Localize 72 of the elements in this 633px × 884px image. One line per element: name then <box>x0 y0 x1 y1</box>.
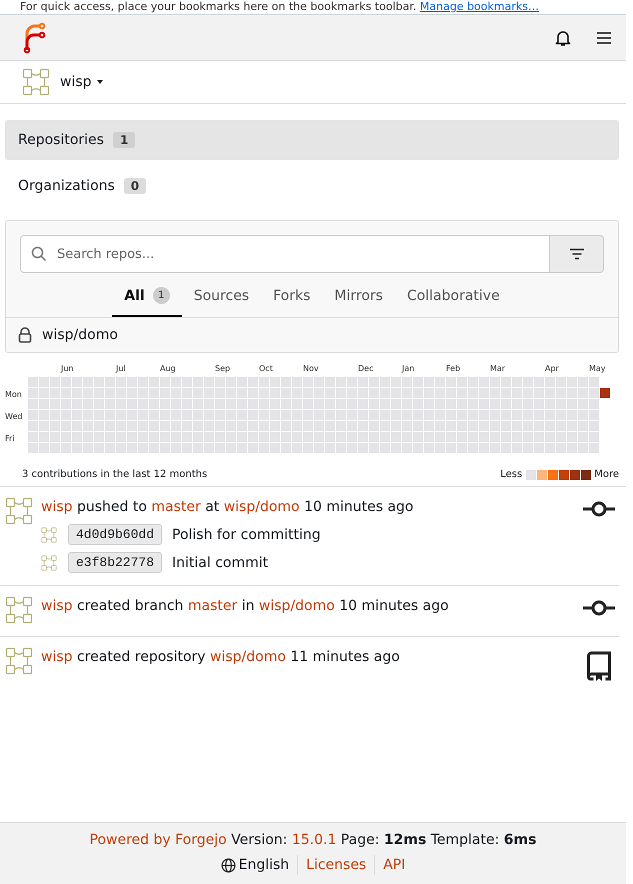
filter-icon <box>568 248 584 260</box>
search-input[interactable]: Search repos... <box>55 246 549 262</box>
repo-filter-tab[interactable]: Mirrors <box>322 278 395 317</box>
commit-message: Polish for committing <box>172 526 321 542</box>
month-label: Aug <box>160 364 176 373</box>
feed-link[interactable]: wisp/domo <box>224 499 300 515</box>
month-label: Jul <box>116 364 126 373</box>
month-label: Apr <box>545 364 559 373</box>
repo-filter-tab[interactable]: Forks <box>261 278 322 317</box>
footer-link[interactable]: Licenses <box>306 857 366 873</box>
commit-icon <box>583 600 615 616</box>
weekday-label: Fri <box>5 434 15 443</box>
activity-text: wisp created repository wisp/domo 11 minutes ago <box>41 648 401 667</box>
repo-filter-tab[interactable]: Collaborative <box>394 278 512 317</box>
repo-filter-tab[interactable]: Sources <box>182 278 262 317</box>
footer-link[interactable]: 15.0.1 <box>292 832 336 848</box>
feed-link[interactable]: master <box>151 499 201 515</box>
month-label: Sep <box>215 364 230 373</box>
book-icon <box>586 651 612 681</box>
activity-text: wisp created branch master in wisp/domo 10 minutes ago <box>41 597 450 616</box>
commit-message: Initial commit <box>172 554 268 570</box>
month-label: Feb <box>446 364 460 373</box>
contribution-summary: 3 contributions in the last 12 months <box>22 469 208 480</box>
feed-link[interactable]: wisp/domo <box>210 649 286 665</box>
user-avatar-icon <box>5 497 33 525</box>
repo-link[interactable]: wisp/domo <box>42 327 118 343</box>
month-label: Jun <box>61 364 74 373</box>
feed-link[interactable]: wisp <box>41 598 73 614</box>
user-switcher-button[interactable]: wisp <box>60 74 103 90</box>
weekday-label: Wed <box>5 412 22 421</box>
commit-sha-button[interactable]: 4d0d9b60dd <box>68 524 162 545</box>
committer-avatar-icon <box>41 554 57 570</box>
dashboard-menu-item[interactable]: Repositories 1 <box>5 120 619 160</box>
month-label: Dec <box>358 364 374 373</box>
search-icon <box>31 246 47 262</box>
feed-link[interactable]: master <box>188 598 238 614</box>
user-avatar-icon <box>5 596 33 624</box>
menu-icon[interactable] <box>596 30 612 44</box>
commit-sha-button[interactable]: e3f8b22778 <box>68 552 162 573</box>
month-label: Jan <box>402 364 414 373</box>
logo-icon[interactable] <box>22 22 48 54</box>
commit-icon <box>583 501 615 517</box>
search-field[interactable]: Search repos... <box>20 235 550 273</box>
committer-avatar-icon <box>41 526 57 542</box>
month-label: Nov <box>303 364 319 373</box>
legend-label: More <box>594 469 619 480</box>
bookmarks-hint: For quick access, place your bookmarks here on the bookmarks toolbar. <box>20 0 416 13</box>
footer-link[interactable]: Powered by Forgejo <box>90 832 227 848</box>
month-label: May <box>589 364 606 373</box>
repo-filter-tab[interactable]: All 1 <box>112 278 182 317</box>
month-label: Oct <box>259 364 273 373</box>
feed-link[interactable]: wisp/domo <box>258 598 335 614</box>
month-label: Mar <box>490 364 506 373</box>
user-avatar-icon <box>5 647 33 675</box>
count-badge: 1 <box>112 132 136 148</box>
footer-info: Powered by Forgejo Version: 15.0.1 Page: 12ms Template: 6ms <box>90 832 536 848</box>
feed-link[interactable]: wisp <box>41 499 73 515</box>
filter-button[interactable] <box>550 235 604 273</box>
footer-link[interactable]: API <box>383 857 406 873</box>
feed-link[interactable]: wisp <box>41 649 73 665</box>
manage-bookmarks-link[interactable]: Manage bookmarks… <box>420 0 539 13</box>
language-button[interactable]: English <box>220 857 290 873</box>
legend-label: Less <box>500 469 522 480</box>
dashboard-menu-item[interactable]: Organizations 0 <box>5 166 619 206</box>
user-avatar-icon <box>22 68 50 96</box>
caret-icon <box>96 80 103 84</box>
notification-bell-icon[interactable] <box>554 28 572 46</box>
activity-text: wisp pushed to master at wisp/domo 10 minutes ago <box>41 498 414 517</box>
globe-icon <box>220 858 236 872</box>
count-badge: 0 <box>124 178 146 194</box>
count-badge: 1 <box>152 287 170 304</box>
weekday-label: Mon <box>5 390 22 399</box>
